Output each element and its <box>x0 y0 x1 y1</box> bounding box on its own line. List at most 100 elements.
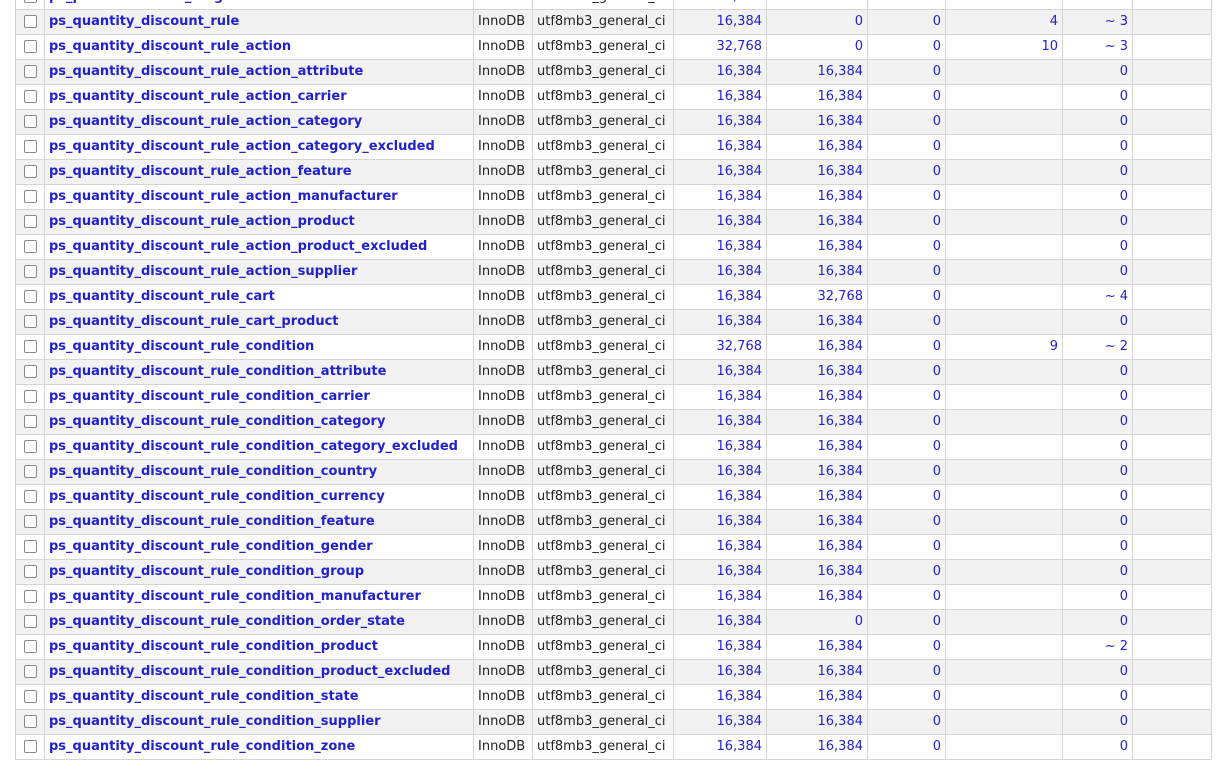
table-name-link[interactable]: ps_quantity_discount_rule_condition_cate… <box>49 414 385 429</box>
row-checkbox[interactable] <box>23 490 37 503</box>
table-name-link[interactable]: ps_quantity_discount_rule_action_product <box>49 214 355 229</box>
table-name-link[interactable]: ps_quantity_discount_rule_action_attribu… <box>49 64 363 79</box>
table-name-link[interactable]: ps_quantity_discount_rule_action <box>49 39 291 54</box>
row-checkbox[interactable] <box>23 515 37 528</box>
row-checkbox[interactable] <box>23 665 37 678</box>
table-name-link[interactable]: ps_pcustomization_lang <box>49 0 223 4</box>
row-select-cell <box>15 0 45 10</box>
overhead-cell: 0 <box>867 634 946 660</box>
row-checkbox[interactable] <box>23 290 37 303</box>
row-checkbox[interactable] <box>23 690 37 703</box>
table-row: ps_quantity_discount_rule_condition_orde… <box>15 609 1212 635</box>
row-count-cell: ~ 2 <box>1062 334 1133 360</box>
overhead-cell: 0 <box>867 134 946 160</box>
tables-list-body: ps_pcustomization_lang InnoDB utf8mb3_gene… <box>15 0 1212 760</box>
table-name-link[interactable]: ps_quantity_discount_rule_action_categor… <box>49 114 362 129</box>
table-name-link[interactable]: ps_quantity_discount_rule_condition_zone <box>49 739 355 754</box>
table-name-link[interactable]: ps_quantity_discount_rule_action_manufac… <box>49 189 398 204</box>
row-count-cell: 0 <box>1062 59 1133 85</box>
table-name-link[interactable]: ps_quantity_discount_rule_condition_carr… <box>49 389 370 404</box>
table-name-link[interactable]: ps_quantity_discount_rule_condition_curr… <box>49 489 385 504</box>
row-checkbox[interactable] <box>23 390 37 403</box>
table-name-link[interactable]: ps_quantity_discount_rule_condition_gend… <box>49 539 373 554</box>
row-checkbox[interactable] <box>23 215 37 228</box>
table-name-link[interactable]: ps_quantity_discount_rule_condition_grou… <box>49 564 364 579</box>
row-checkbox[interactable] <box>23 540 37 553</box>
row-checkbox[interactable] <box>23 465 37 478</box>
engine-cell: InnoDB <box>473 584 533 610</box>
row-checkbox[interactable] <box>23 715 37 728</box>
collation-cell: utf8mb3_general_ci <box>532 84 674 110</box>
row-checkbox[interactable] <box>23 0 37 3</box>
table-name-link[interactable]: ps_quantity_discount_rule_condition_orde… <box>49 614 405 629</box>
row-checkbox[interactable] <box>23 315 37 328</box>
row-checkbox[interactable] <box>23 615 37 628</box>
engine-cell: InnoDB <box>473 609 533 635</box>
overhead-cell: 0 <box>867 534 946 560</box>
index-size-cell: 16,384 <box>766 59 868 85</box>
row-checkbox[interactable] <box>23 90 37 103</box>
row-checkbox[interactable] <box>23 565 37 578</box>
row-checkbox[interactable] <box>23 590 37 603</box>
index-size-cell: 16,384 <box>766 459 868 485</box>
row-checkbox[interactable] <box>23 40 37 53</box>
table-name-link[interactable]: ps_quantity_discount_rule_cart <box>49 289 275 304</box>
row-count-cell: 0 <box>1062 309 1133 335</box>
table-name-link[interactable]: ps_quantity_discount_rule_condition_stat… <box>49 689 359 704</box>
extra-cell <box>1132 259 1212 285</box>
extra-cell <box>1132 659 1212 685</box>
table-name-link[interactable]: ps_quantity_discount_rule_action_carrier <box>49 89 347 104</box>
table-name-link[interactable]: ps_quantity_discount_rule_action_feature <box>49 164 352 179</box>
table-name-link[interactable]: ps_quantity_discount_rule <box>49 14 239 29</box>
row-select-cell <box>15 534 45 560</box>
row-checkbox[interactable] <box>23 115 37 128</box>
row-checkbox[interactable] <box>23 415 37 428</box>
row-checkbox[interactable] <box>23 240 37 253</box>
row-select-cell <box>15 584 45 610</box>
data-size-cell: 16,384 <box>673 559 767 585</box>
row-checkbox[interactable] <box>23 440 37 453</box>
row-checkbox[interactable] <box>23 265 37 278</box>
row-checkbox[interactable] <box>23 340 37 353</box>
index-size-cell: 16,384 <box>766 234 868 260</box>
row-checkbox[interactable] <box>23 140 37 153</box>
overhead-cell: 0 <box>867 34 946 60</box>
row-select-cell <box>15 334 45 360</box>
table-row: ps_quantity_discount_rule_condition_zone… <box>15 734 1212 760</box>
overhead-cell: 0 <box>867 734 946 760</box>
table-name-link[interactable]: ps_quantity_discount_rule_condition_feat… <box>49 514 375 529</box>
table-name-link[interactable]: ps_quantity_discount_rule_action_supplie… <box>49 264 357 279</box>
row-checkbox[interactable] <box>23 640 37 653</box>
data-size-cell: 16,384 <box>673 459 767 485</box>
row-checkbox[interactable] <box>23 65 37 78</box>
index-size-cell: 16,384 <box>766 534 868 560</box>
index-size-cell: 16,384 <box>766 634 868 660</box>
table-name-link[interactable]: ps_quantity_discount_rule_action_categor… <box>49 139 435 154</box>
table-name-link[interactable]: ps_quantity_discount_rule_cart_product <box>49 314 339 329</box>
table-name-link[interactable]: ps_quantity_discount_rule_condition <box>49 339 314 354</box>
overhead-cell: 0 <box>867 359 946 385</box>
table-name-link[interactable]: ps_quantity_discount_rule_condition_cate… <box>49 439 458 454</box>
auto-increment-cell <box>945 709 1063 735</box>
row-checkbox[interactable] <box>23 740 37 753</box>
row-checkbox[interactable] <box>23 165 37 178</box>
row-count-cell: 0 <box>1062 109 1133 135</box>
table-name-link[interactable]: ps_quantity_discount_rule_condition_manu… <box>49 589 421 604</box>
data-size-cell: 16,384 <box>673 509 767 535</box>
engine-cell: InnoDB <box>473 559 533 585</box>
table-name-link[interactable]: ps_quantity_discount_rule_condition_prod… <box>49 639 378 654</box>
extra-cell <box>1132 9 1212 35</box>
table-row: ps_quantity_discount_rule_condition_supp… <box>15 709 1212 735</box>
table-name-link[interactable]: ps_quantity_discount_rule_condition_attr… <box>49 364 386 379</box>
row-checkbox[interactable] <box>23 15 37 28</box>
row-checkbox[interactable] <box>23 365 37 378</box>
row-checkbox[interactable] <box>23 190 37 203</box>
extra-cell <box>1132 309 1212 335</box>
auto-increment-cell <box>945 109 1063 135</box>
row-count-cell: 0 <box>1062 159 1133 185</box>
table-name-link[interactable]: ps_quantity_discount_rule_condition_prod… <box>49 664 450 679</box>
table-name-link[interactable]: ps_quantity_discount_rule_action_product… <box>49 239 427 254</box>
auto-increment-cell <box>945 184 1063 210</box>
table-name-link[interactable]: ps_quantity_discount_rule_condition_supp… <box>49 714 381 729</box>
table-name-link[interactable]: ps_quantity_discount_rule_condition_coun… <box>49 464 377 479</box>
